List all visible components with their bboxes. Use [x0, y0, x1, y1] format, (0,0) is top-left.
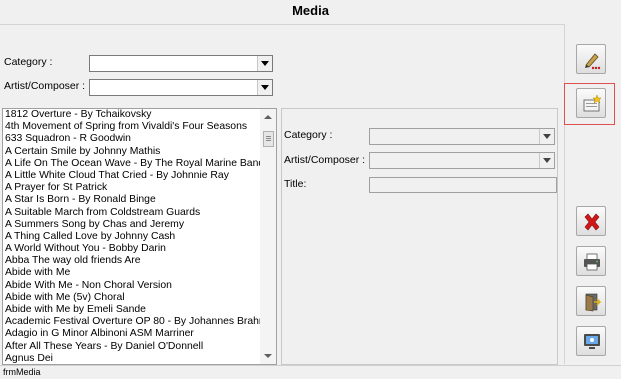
print-button[interactable]	[576, 246, 606, 276]
scroll-up-icon[interactable]	[260, 109, 276, 125]
toolbar-divider	[564, 24, 565, 364]
list-scrollbar[interactable]	[260, 109, 276, 364]
detail-artist-dropdown[interactable]	[369, 152, 555, 169]
title-divider	[0, 24, 564, 25]
list-item[interactable]: A World Without You - Bobby Darin	[5, 243, 260, 255]
screen-display-icon	[584, 334, 600, 349]
list-item[interactable]: Adagio in G Minor Albinoni ASM Marriner	[5, 328, 260, 340]
list-item[interactable]: Abide with Me	[5, 267, 260, 279]
exit-door-icon	[585, 293, 602, 312]
list-item[interactable]: Abba The way old friends Are	[5, 255, 260, 267]
detail-title-label: Title:	[284, 178, 307, 190]
detail-category-dropdown[interactable]	[369, 128, 555, 145]
new-button[interactable]	[576, 88, 606, 118]
list-item[interactable]: A Suitable March from Coldstream Guards	[5, 207, 260, 219]
list-item[interactable]: A Certain Smile by Johnny Mathis	[5, 146, 260, 158]
list-item[interactable]: 1812 Overture - By Tchaikovsky	[5, 109, 260, 121]
display-button[interactable]	[576, 326, 606, 356]
list-item[interactable]: Abide With Me - Non Choral Version	[5, 280, 260, 292]
print-icon	[584, 253, 600, 271]
list-item[interactable]: A Little White Cloud That Cried - By Joh…	[5, 170, 260, 182]
scroll-thumb[interactable]	[263, 131, 274, 147]
filter-category-label: Category :	[4, 56, 53, 68]
list-item[interactable]: Abide with Me by Emeli Sande	[5, 304, 260, 316]
list-item[interactable]: Agnus Dei	[5, 353, 260, 364]
list-item[interactable]: 4th Movement of Spring from Vivaldi's Fo…	[5, 121, 260, 133]
window-title: Media	[292, 3, 329, 18]
edit-button[interactable]	[576, 44, 606, 74]
new-folder-star-icon	[583, 94, 602, 112]
list-item[interactable]: A Prayer for St Patrick	[5, 182, 260, 194]
media-listbox[interactable]: 1812 Overture - By Tchaikovsky 4th Moveme…	[2, 108, 277, 365]
list-item[interactable]: Abide with Me (5v) Choral	[5, 292, 260, 304]
detail-title-field[interactable]	[369, 177, 557, 193]
detail-artist-label: Artist/Composer :	[284, 154, 366, 166]
chevron-down-icon[interactable]	[257, 56, 272, 71]
status-bar: frmMedia	[0, 365, 621, 379]
chevron-down-icon[interactable]	[539, 129, 554, 144]
detail-panel	[281, 108, 558, 365]
detail-category-label: Category :	[284, 129, 333, 141]
chevron-down-icon[interactable]	[257, 80, 272, 95]
list-item[interactable]: A Life On The Ocean Wave - By The Royal …	[5, 158, 260, 170]
edit-pencil-icon	[585, 53, 601, 70]
scroll-down-icon[interactable]	[260, 348, 276, 364]
media-list-items: 1812 Overture - By Tchaikovsky 4th Moveme…	[5, 109, 260, 364]
list-item[interactable]: A Thing Called Love by Johnny Cash	[5, 231, 260, 243]
list-item[interactable]: Academic Festival Overture OP 80 - By Jo…	[5, 316, 260, 328]
list-item[interactable]: After All These Years - By Daniel O'Donn…	[5, 341, 260, 353]
exit-button[interactable]	[576, 286, 606, 316]
list-item[interactable]: A Summers Song by Chas and Jeremy	[5, 219, 260, 231]
filter-artist-label: Artist/Composer :	[4, 80, 86, 92]
status-text: frmMedia	[3, 367, 41, 377]
delete-x-icon	[584, 213, 600, 231]
filter-artist-dropdown[interactable]	[89, 79, 273, 96]
chevron-down-icon[interactable]	[539, 153, 554, 168]
delete-button[interactable]	[576, 206, 606, 236]
list-item[interactable]: A Star Is Born - By Ronald Binge	[5, 194, 260, 206]
filter-category-dropdown[interactable]	[89, 55, 273, 72]
list-item[interactable]: 633 Squadron - R Goodwin	[5, 133, 260, 145]
